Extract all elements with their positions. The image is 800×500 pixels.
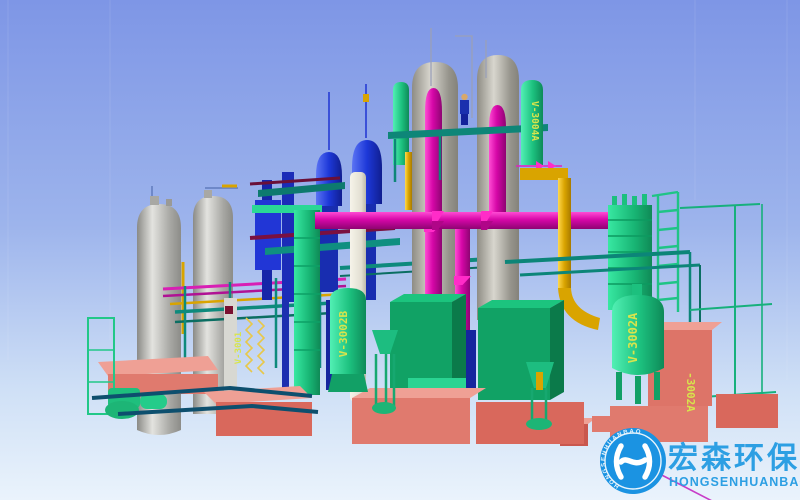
company-name-en: HONGSENHUANBAO xyxy=(669,475,800,489)
vessel-v3002a: V-3002A xyxy=(612,284,664,404)
green-plate-tower xyxy=(294,210,320,395)
plant-3d-model: V-3001 xyxy=(0,0,800,500)
label-v3004a: V-3004A xyxy=(529,101,540,141)
green-box-2 xyxy=(478,300,564,400)
company-name-cn: 宏森环保 xyxy=(668,441,800,475)
gray-column-2 xyxy=(477,55,519,320)
navy-standpipe xyxy=(466,330,476,394)
label-v3001: V-3001 xyxy=(234,332,244,365)
cad-viewport: V-3001 xyxy=(0,0,800,500)
magenta-riser-1 xyxy=(425,88,442,330)
label-v3002a: V-3002A xyxy=(626,312,640,363)
label-v3002a-leader: -3002A xyxy=(684,372,697,412)
label-v3002b: V-3002B xyxy=(337,310,350,357)
vessel-v3002b: V-3002B xyxy=(328,288,368,392)
magenta-riser-2 xyxy=(489,105,506,214)
green-cylinder-v3004a: V-3004A xyxy=(521,80,543,165)
